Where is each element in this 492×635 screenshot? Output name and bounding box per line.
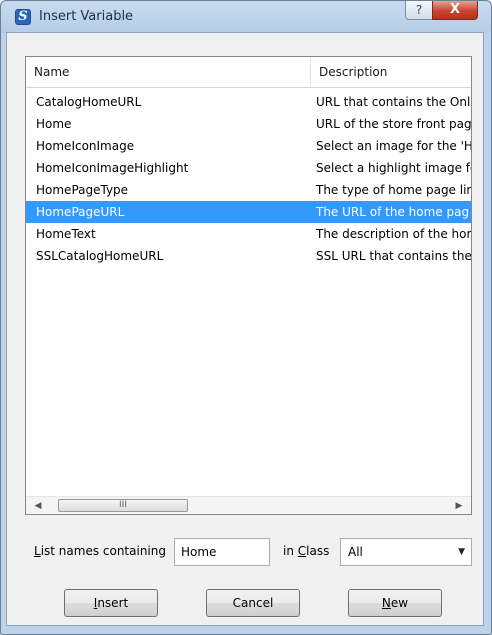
help-button[interactable]: ? <box>405 1 433 20</box>
new-button[interactable]: New <box>348 589 442 617</box>
column-header-description[interactable]: Description <box>311 57 471 87</box>
list-row[interactable]: HomeText The description of the hor <box>26 223 471 245</box>
cancel-button[interactable]: Cancel <box>206 589 300 617</box>
in-class-label: in Class <box>283 544 330 558</box>
row-name: HomePageType <box>36 183 129 197</box>
scroll-thumb[interactable]: III <box>58 499 188 512</box>
row-name: SSLCatalogHomeURL <box>36 249 164 263</box>
row-description: The description of the hor <box>316 227 471 241</box>
row-description: The type of home page lir <box>316 183 471 197</box>
row-name: HomeIconImage <box>36 139 135 153</box>
insert-button[interactable]: Insert <box>64 589 158 617</box>
row-name: CatalogHomeURL <box>36 95 142 109</box>
class-select[interactable]: All ▼ <box>340 538 472 566</box>
scroll-left-icon[interactable]: ◀ <box>30 499 46 513</box>
class-select-value: All <box>348 545 363 559</box>
close-button[interactable]: X <box>432 1 478 20</box>
row-name: Home <box>36 117 72 131</box>
row-description: Select an image for the 'H <box>316 139 471 153</box>
row-name: HomeText <box>36 227 96 241</box>
row-description: URL that contains the Onl <box>316 95 471 109</box>
list-row[interactable]: SSLCatalogHomeURL SSL URL that contains … <box>26 245 471 267</box>
row-description: SSL URL that contains the <box>316 249 471 263</box>
list-row-selected[interactable]: HomePageURL The URL of the home pag <box>26 201 471 223</box>
variable-list[interactable]: Name Description CatalogHomeURL URL that… <box>25 56 472 515</box>
row-description: URL of the store front pag <box>316 117 471 131</box>
list-row[interactable]: HomeIconImageHighlight Select a highligh… <box>26 157 471 179</box>
list-row[interactable]: HomeIconImage Select an image for the 'H <box>26 135 471 157</box>
name-filter-input[interactable]: Home <box>174 538 270 566</box>
column-header-name[interactable]: Name <box>26 57 311 87</box>
list-names-label: List names containing <box>34 544 166 558</box>
row-description: The URL of the home pag <box>316 205 470 219</box>
list-row[interactable]: Home URL of the store front pag <box>26 113 471 135</box>
horizontal-scrollbar[interactable]: ◀ III ▶ <box>26 496 471 514</box>
title-bar[interactable]: S Insert Variable ? X <box>1 1 491 33</box>
scroll-right-icon[interactable]: ▶ <box>451 499 467 513</box>
list-header: Name Description <box>26 57 471 88</box>
row-description: Select a highlight image fo <box>316 161 471 175</box>
row-name: HomeIconImageHighlight <box>36 161 189 175</box>
list-row[interactable]: HomePageType The type of home page lir <box>26 179 471 201</box>
window-title: Insert Variable <box>39 9 134 24</box>
row-name: HomePageURL <box>36 205 125 219</box>
app-logo-icon: S <box>15 9 31 25</box>
list-row[interactable]: CatalogHomeURL URL that contains the Onl <box>26 91 471 113</box>
chevron-down-icon[interactable]: ▼ <box>458 539 465 565</box>
